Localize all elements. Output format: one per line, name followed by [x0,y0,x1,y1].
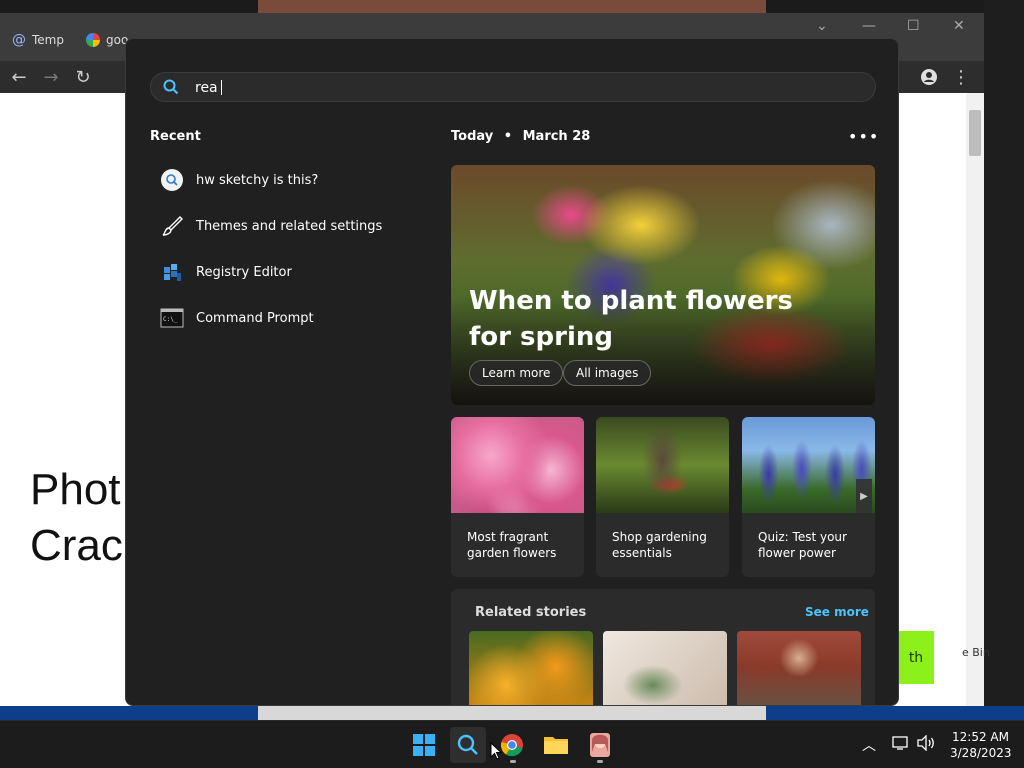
today-header: Today • March 28 [451,129,590,144]
registry-icon [160,260,184,284]
learn-more-button[interactable]: Learn more [469,360,564,386]
mouse-cursor-icon [490,741,503,764]
search-box[interactable] [150,72,876,102]
page-scrollbar[interactable] [966,93,984,706]
clock-time[interactable]: 12:52 AM [952,730,1009,744]
see-more-link[interactable]: See more [805,605,869,619]
card-image [451,417,584,513]
desktop-wallpaper-strip [258,0,766,13]
text-caret [221,80,222,95]
all-images-button[interactable]: All images [563,360,652,386]
clock-date[interactable]: 3/28/2023 [950,746,1012,760]
browser-tab[interactable]: @ Temp [12,26,64,54]
related-story-image[interactable] [469,631,593,705]
maximize-button[interactable]: ☐ [907,18,920,34]
recent-item-label: Themes and related settings [196,218,383,234]
carousel-next-button[interactable]: ▶ [856,479,872,513]
search-input[interactable] [193,77,797,99]
back-icon[interactable]: ← [6,64,32,90]
card-image [596,417,729,513]
page-action-label: th [908,649,924,666]
recent-item-label: Command Prompt [196,310,314,326]
card-title: Shop gardening essentials [612,530,707,560]
brush-icon [160,214,184,238]
hero-title[interactable]: When to plant flowers for spring [469,283,829,355]
running-indicator [597,760,603,763]
network-icon[interactable] [892,735,910,755]
recent-item-command-prompt[interactable]: C:\_ Command Prompt [160,305,314,331]
recent-item-label: hw sketchy is this? [196,172,319,188]
browser-menu-icon[interactable]: ⋮ [948,64,974,90]
related-story-image[interactable] [737,631,861,705]
card-fragrant-flowers[interactable]: Most fragrant garden flowers [451,417,584,577]
reload-icon[interactable]: ↻ [70,64,96,90]
tab-search-icon[interactable]: ⌄ [816,18,828,34]
forward-icon[interactable]: → [38,64,64,90]
desktop-strip [258,706,766,720]
recent-heading: Recent [150,129,201,144]
start-button[interactable] [406,727,442,763]
more-options-icon[interactable]: ••• [848,127,879,146]
close-button[interactable]: ✕ [953,18,965,34]
desktop-bottom-band [0,706,1024,720]
app-taskbar-button[interactable] [582,727,618,763]
show-hidden-icons-button[interactable]: ︿ [862,735,876,755]
recent-item-search[interactable]: hw sketchy is this? [160,167,318,193]
chrome-icon [500,734,523,757]
recent-item-label: Registry Editor [196,264,292,280]
card-title: Most fragrant garden flowers [467,530,557,560]
windows-logo-icon [413,734,435,756]
search-icon [457,734,478,755]
search-icon [163,79,179,95]
page-heading-line1: Phot [30,465,121,514]
volume-icon[interactable] [916,734,936,755]
windows-search-panel: Recent hw sketchy is this? Themes and re… [125,38,899,706]
date-label: March 28 [522,129,591,144]
minimize-button[interactable]: — [862,18,876,34]
recent-item-themes[interactable]: Themes and related settings [160,213,382,239]
anime-app-icon [590,733,610,757]
card-gardening-essentials[interactable]: Shop gardening essentials [596,417,729,577]
file-explorer-button[interactable] [538,727,574,763]
at-icon: @ [12,32,26,48]
google-icon [86,33,100,47]
search-icon [160,168,184,192]
terminal-icon: C:\_ [160,306,184,330]
folder-icon [544,737,568,754]
page-heading-line2: Crac [30,521,123,570]
scrollbar-thumb[interactable] [969,110,981,156]
recent-item-registry-editor[interactable]: Registry Editor [160,259,292,285]
page-heading: Phot Crac [30,462,123,574]
separator-dot: • [503,129,513,144]
tab-label: Temp [32,33,64,47]
page-action-button[interactable]: th [898,631,934,684]
running-indicator [510,760,516,763]
recycle-bin-label[interactable]: e Bin [962,646,990,659]
today-label: Today [451,129,494,144]
hero-card[interactable]: When to plant flowers for spring Learn m… [451,165,875,405]
search-taskbar-button[interactable] [450,727,486,763]
browser-tab[interactable]: goo [86,26,128,54]
card-title: Quiz: Test your flower power [758,530,847,560]
related-stories-title: Related stories [475,605,587,620]
profile-icon[interactable] [916,64,942,90]
svg-text:C:\_: C:\_ [163,316,178,323]
related-stories-section: Related stories See more [451,589,875,705]
related-story-image[interactable] [603,631,727,705]
